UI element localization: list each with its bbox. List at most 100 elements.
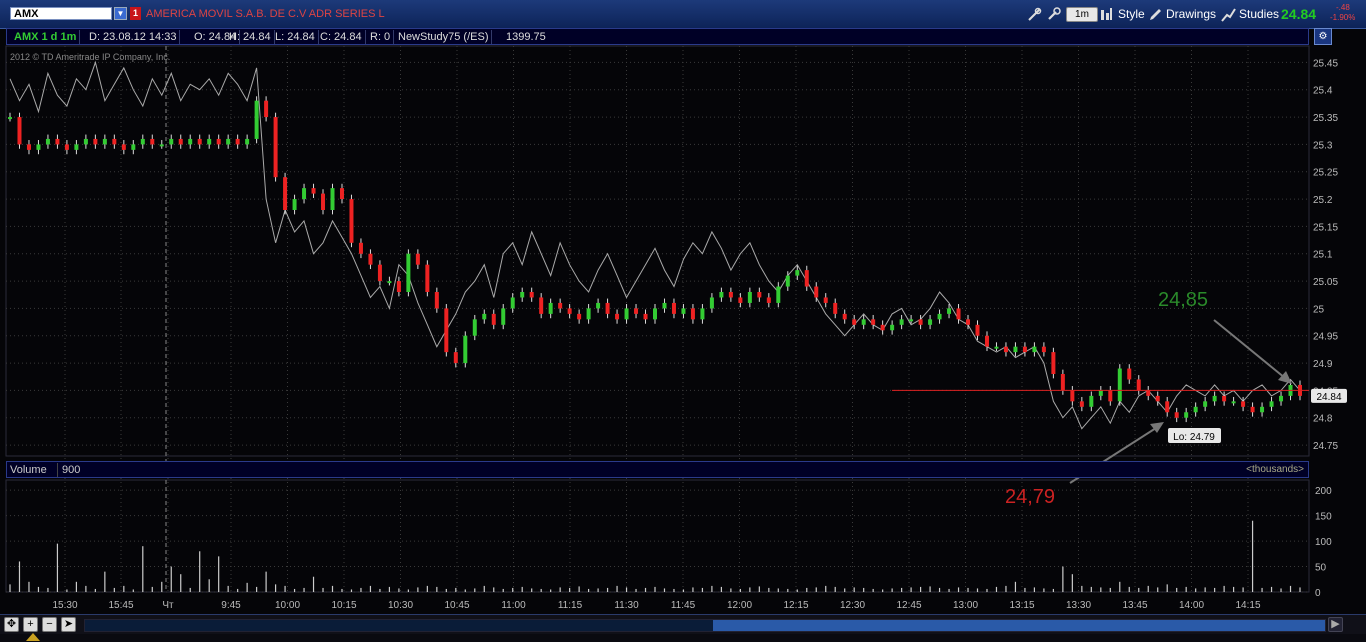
candle-body (653, 308, 657, 320)
candle-body (444, 308, 449, 353)
price-tick-label: 25 (1313, 304, 1325, 315)
candle-body (823, 297, 828, 303)
candle-body (909, 319, 914, 322)
scrollbar-thumb[interactable] (713, 620, 1325, 631)
volume-header: Volume 900 <thousands> (6, 461, 1309, 478)
candle-body (1222, 395, 1227, 402)
candle-body (548, 302, 553, 314)
candle-body (1089, 395, 1094, 407)
candle-body (1051, 352, 1056, 374)
price-tick-label: 25.3 (1313, 140, 1333, 151)
candle-body (700, 308, 705, 320)
price-tick-label: 25.45 (1313, 58, 1338, 69)
time-tick-label: 14:00 (1179, 600, 1204, 611)
candle-body (1070, 390, 1075, 402)
candle-body (349, 199, 354, 243)
candle-body (283, 177, 288, 210)
candle-body (1098, 390, 1103, 396)
candle-body (871, 319, 876, 325)
time-tick-label: 15:45 (108, 600, 133, 611)
candle-body (150, 138, 155, 145)
price-tick-label: 25.2 (1313, 195, 1333, 206)
volume-tick-label: 200 (1315, 486, 1332, 497)
candle-body (671, 302, 676, 314)
candle-body (207, 138, 212, 145)
candle-body (1032, 346, 1037, 353)
candle-body (387, 281, 392, 284)
candle-body (178, 138, 183, 145)
candle-body (102, 138, 107, 145)
candle-body (804, 270, 809, 287)
candle-body (1146, 390, 1151, 396)
volume-panel-frame (5, 479, 1310, 593)
time-tick-label: 10:15 (331, 600, 356, 611)
candle-body (472, 319, 477, 336)
time-tick-label: 15:30 (52, 600, 77, 611)
price-chart[interactable]: 25.45 25.4 25.35 25.3 25.25 25.2 25.15 25.1 25.0… (0, 0, 1366, 642)
candle-body (463, 335, 468, 364)
time-tick-label: 11:30 (614, 600, 639, 611)
candle-body (605, 302, 610, 314)
price-tick-label: 24.9 (1313, 359, 1333, 370)
candle-body (861, 319, 866, 325)
time-tick-label: Чт (162, 600, 174, 611)
price-tick-label: 24.95 (1313, 332, 1338, 343)
candle-body (1127, 368, 1132, 380)
candle-body (501, 308, 506, 325)
time-tick-label: 9:45 (221, 600, 241, 611)
time-tick-label: 11:00 (501, 600, 526, 611)
candle-body (368, 253, 373, 265)
candle-body (226, 138, 231, 145)
candle-body (64, 144, 69, 150)
volume-tick-label: 150 (1315, 512, 1332, 523)
candle-body (766, 297, 771, 303)
volume-value: 900 (57, 463, 80, 477)
copyright-text: 2012 © TD Ameritrade IP Company, Inc. (10, 52, 171, 62)
candle-body (624, 308, 629, 320)
candle-body (1022, 346, 1027, 353)
price-tick-label: 25.35 (1313, 113, 1338, 124)
candle-body (112, 138, 117, 145)
candle-body (615, 313, 620, 320)
candle-body (254, 100, 259, 139)
status-strip (0, 634, 1366, 642)
candle-body (1250, 406, 1255, 413)
candle-body (709, 297, 714, 309)
candle-body (757, 292, 762, 298)
candle-body (159, 144, 164, 147)
time-tick-label: 13:15 (1009, 600, 1034, 611)
candle-body (83, 138, 88, 145)
candle-body (785, 275, 790, 287)
candle-body (26, 144, 31, 150)
candle-body (956, 308, 961, 320)
candle-body (482, 313, 487, 320)
candle-body (1013, 346, 1018, 353)
time-tick-label: 13:30 (1066, 600, 1091, 611)
candle-body (728, 292, 733, 298)
candle-body (1117, 368, 1122, 402)
candle-body (45, 138, 50, 145)
time-tick-label: 13:45 (1122, 600, 1147, 611)
zoom-out-icon[interactable]: − (42, 617, 57, 632)
cursor-icon[interactable]: ➤ (61, 617, 76, 632)
volume-label[interactable]: Volume (10, 463, 47, 477)
candle-body (273, 117, 278, 178)
time-tick-label: 10:00 (275, 600, 300, 611)
scroll-right-icon[interactable]: ▶ (1328, 617, 1343, 632)
pan-icon[interactable]: ✥ (4, 617, 19, 632)
candle-body (558, 302, 563, 309)
candle-body (738, 297, 743, 303)
candle-body (17, 117, 22, 145)
time-scrollbar[interactable] (84, 619, 1326, 632)
candle-body (994, 346, 999, 349)
candle-body (1203, 401, 1208, 407)
high-note: 24,85 (1158, 289, 1208, 311)
zoom-in-icon[interactable]: + (23, 617, 38, 632)
price-tick-label: 25.4 (1313, 86, 1333, 97)
candle-body (681, 308, 686, 314)
bottom-toolbar: ✥ + − ➤ ▶ (0, 614, 1366, 635)
candle-body (1165, 401, 1170, 413)
price-tick-label: 25.15 (1313, 222, 1338, 233)
candle-body (1041, 346, 1046, 353)
candle-body (833, 302, 838, 314)
